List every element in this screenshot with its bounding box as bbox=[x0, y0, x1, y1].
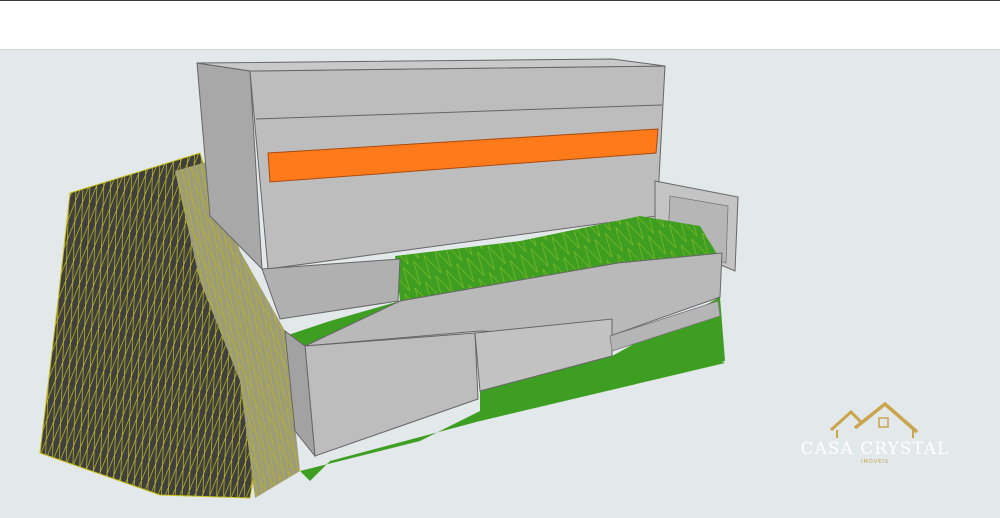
house-roof-icon bbox=[829, 401, 919, 438]
3d-viewport[interactable]: CASA CRYSTAL IMÓVEIS bbox=[0, 49, 1000, 518]
logo-brand-text: CASA CRYSTAL bbox=[800, 439, 950, 459]
logo-sub-text: IMÓVEIS bbox=[861, 459, 889, 465]
top-toolbar bbox=[0, 0, 1000, 49]
building-lower-front bbox=[304, 332, 479, 457]
company-logo: CASA CRYSTAL IMÓVEIS bbox=[795, 400, 955, 480]
